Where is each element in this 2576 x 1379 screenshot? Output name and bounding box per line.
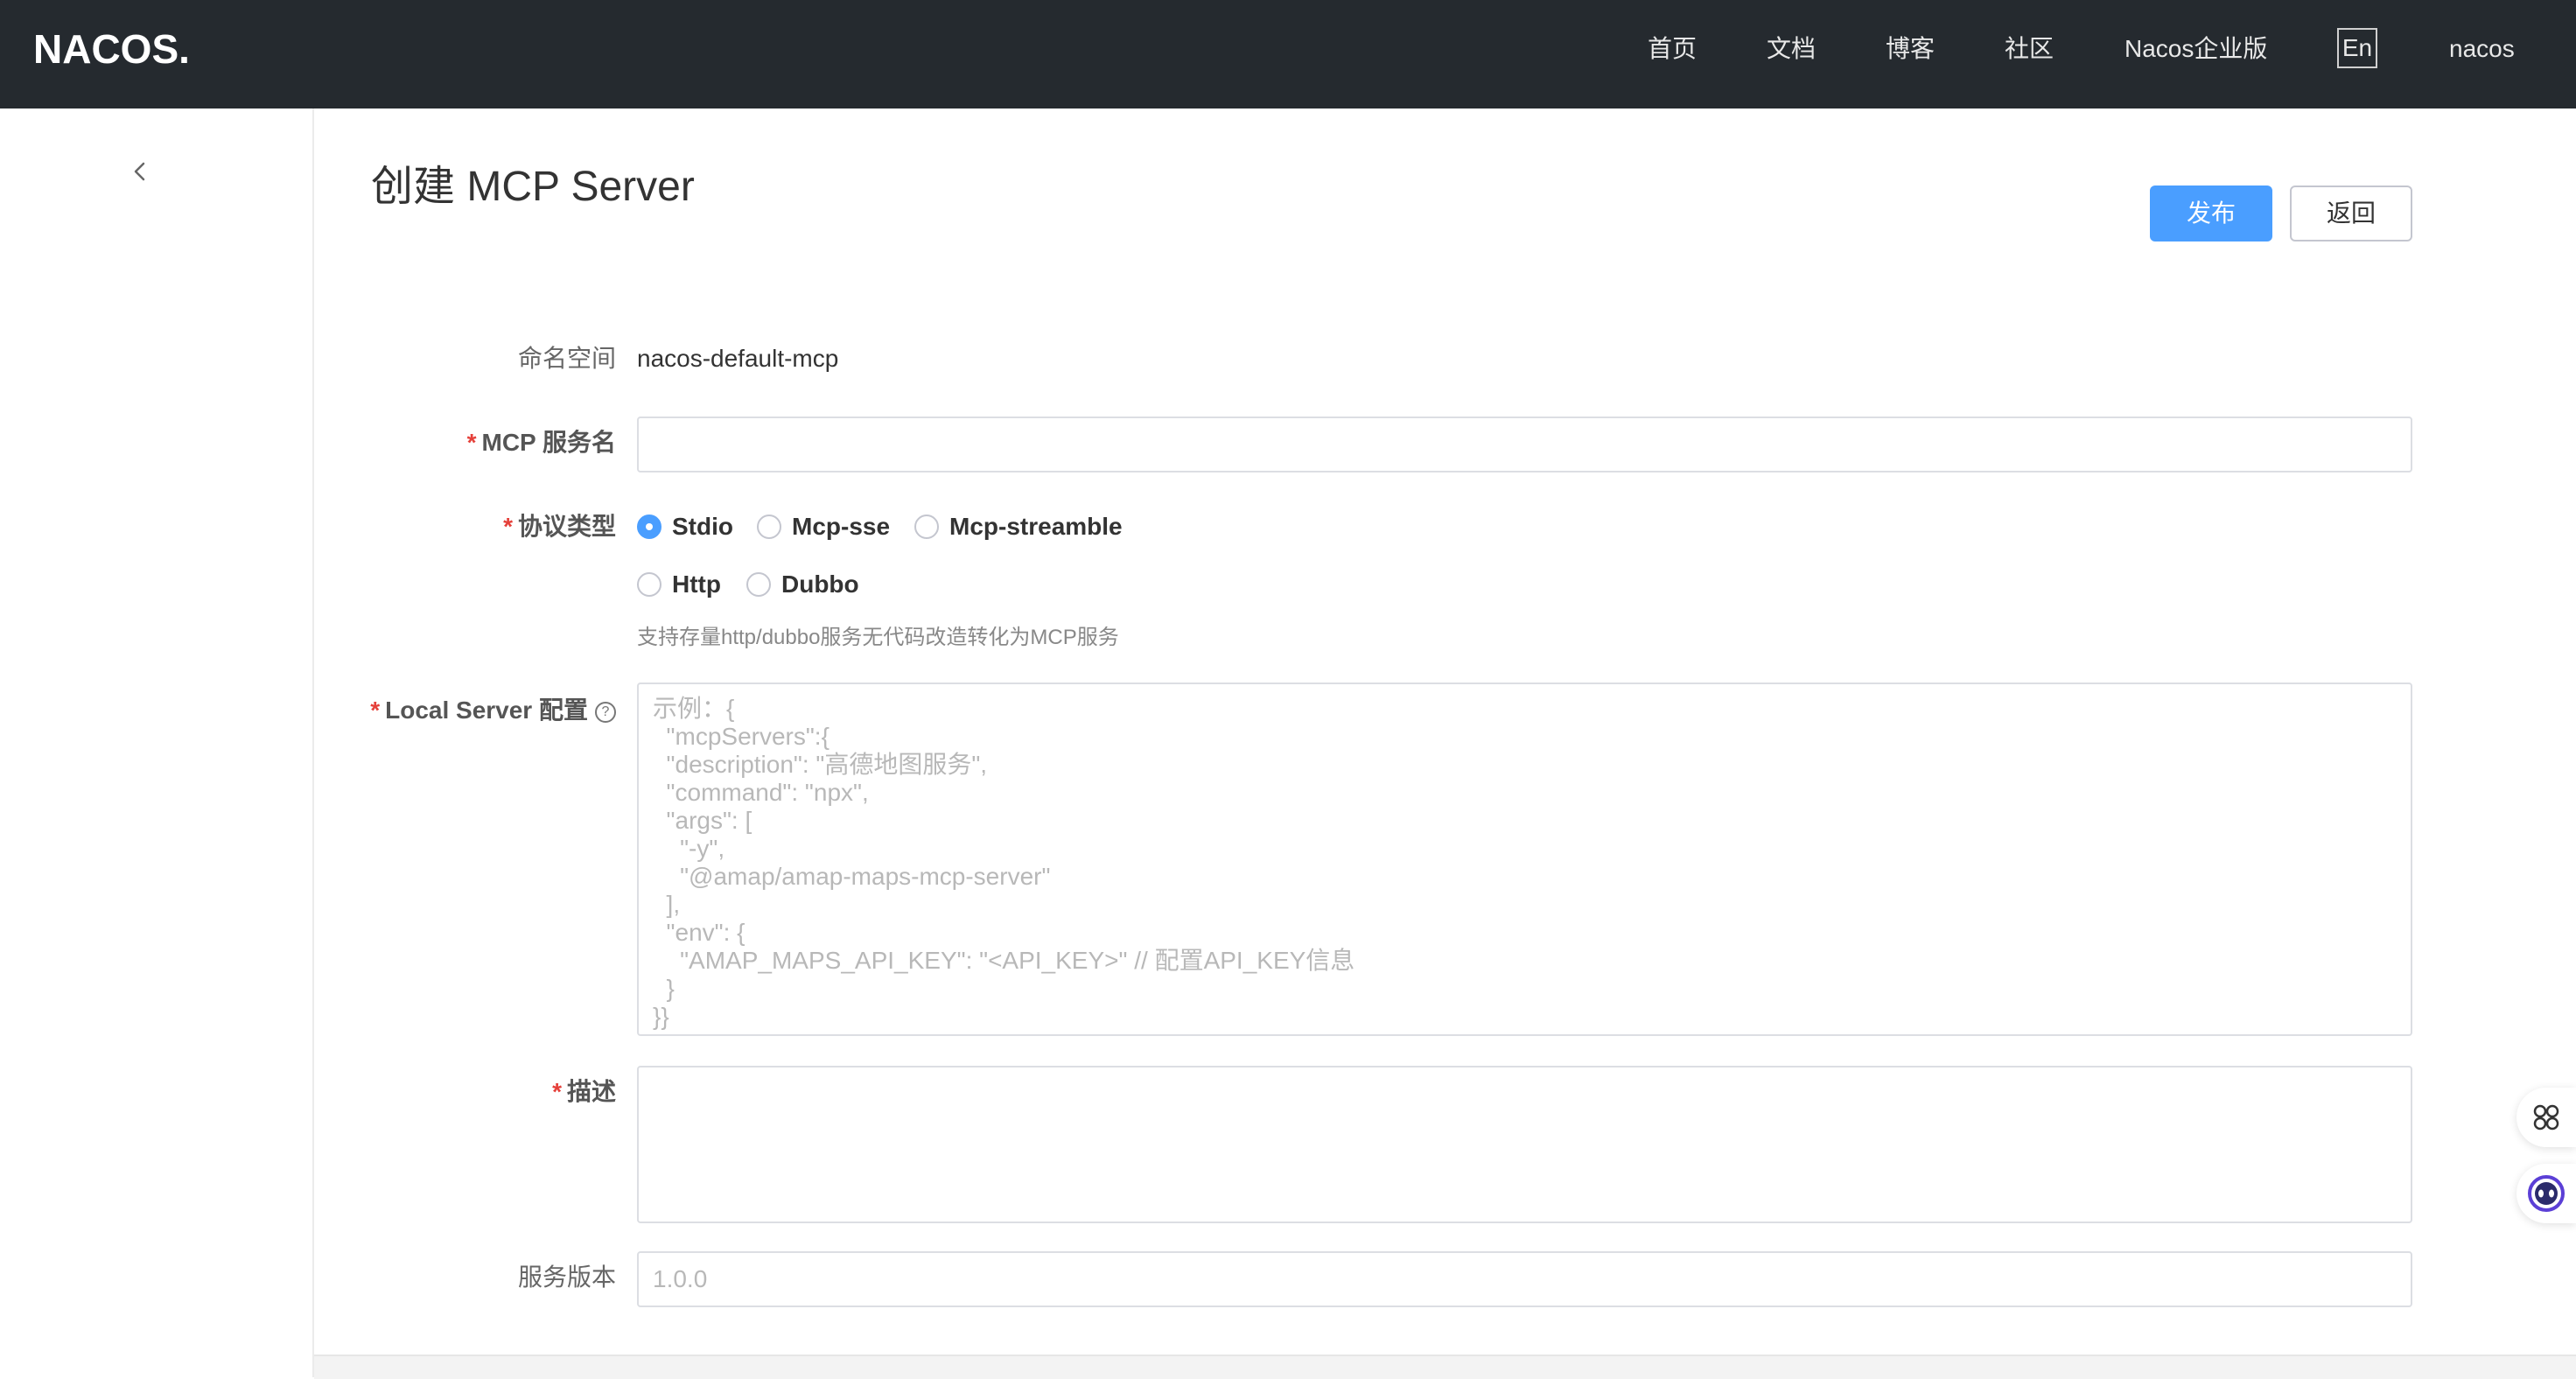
service-name-label: * MCP 服务名 xyxy=(467,425,616,460)
required-mark: * xyxy=(552,1078,562,1105)
local-server-label: * Local Server 配置? xyxy=(370,693,616,728)
radio-unchecked-icon[interactable] xyxy=(746,572,771,597)
protocol-option-mcp-sse[interactable]: Mcp-sse xyxy=(757,509,890,544)
assistant-bot-icon xyxy=(2528,1175,2565,1212)
nav-home[interactable]: 首页 xyxy=(1648,32,1697,66)
namespace-label-text: 命名空间 xyxy=(517,345,616,372)
logo-text: NACOS. xyxy=(33,26,190,72)
floating-apps-button[interactable] xyxy=(2516,1088,2576,1147)
radio-checked-icon[interactable] xyxy=(637,514,662,539)
protocol-help-text: 支持存量http/dubbo服务无代码改造转化为MCP服务 xyxy=(637,626,1119,649)
protocol-label-text: 协议类型 xyxy=(517,513,616,540)
service-name-input[interactable] xyxy=(637,416,2412,472)
nav-docs[interactable]: 文档 xyxy=(1767,32,1816,66)
required-mark: * xyxy=(466,429,477,456)
bottom-divider xyxy=(314,1354,2576,1379)
namespace-label: 命名空间 xyxy=(518,341,616,376)
protocol-option-stdio[interactable]: Stdio xyxy=(637,509,733,544)
radio-unchecked-icon[interactable] xyxy=(637,572,662,597)
nav-blog[interactable]: 博客 xyxy=(1886,32,1935,66)
description-label-text: 描述 xyxy=(566,1078,616,1105)
radio-label: Stdio xyxy=(672,513,733,540)
description-textarea[interactable] xyxy=(637,1066,2412,1223)
version-label-text: 服务版本 xyxy=(517,1264,616,1291)
service-name-label-text: MCP 服务名 xyxy=(481,429,617,456)
version-label: 服务版本 xyxy=(518,1260,616,1295)
page-title: 创建 MCP Server xyxy=(371,164,695,210)
language-toggle[interactable]: En xyxy=(2337,28,2377,68)
publish-button[interactable]: 发布 xyxy=(2150,186,2272,242)
radio-unchecked-icon[interactable] xyxy=(914,514,939,539)
radio-label: Http xyxy=(672,570,721,598)
protocol-option-dubbo[interactable]: Dubbo xyxy=(746,567,859,602)
protocol-label: * 协议类型 xyxy=(503,509,616,544)
user-menu[interactable]: nacos xyxy=(2449,32,2515,66)
local-server-config-textarea[interactable] xyxy=(637,682,2412,1036)
radio-label: Mcp-sse xyxy=(792,513,891,540)
protocol-option-http[interactable]: Http xyxy=(637,567,721,602)
sidebar xyxy=(0,108,314,1377)
radio-label: Mcp-streamble xyxy=(949,513,1123,540)
nacos-logo-mark: NACOS. xyxy=(33,26,190,72)
namespace-value: nacos-default-mcp xyxy=(637,345,839,372)
top-navigation-bar: NACOS. 首页 文档 博客 社区 Nacos企业版 En nacos xyxy=(0,0,2576,108)
required-mark: * xyxy=(370,696,381,724)
version-input[interactable] xyxy=(637,1251,2412,1307)
chevron-left-icon[interactable] xyxy=(128,159,152,184)
apps-grid-icon xyxy=(2533,1104,2559,1130)
description-label: * 描述 xyxy=(552,1074,616,1110)
required-mark: * xyxy=(503,513,513,540)
nav-community[interactable]: 社区 xyxy=(2005,32,2054,66)
protocol-option-mcp-streamble[interactable]: Mcp-streamble xyxy=(914,509,1123,544)
radio-unchecked-icon[interactable] xyxy=(757,514,781,539)
back-button[interactable]: 返回 xyxy=(2290,186,2412,242)
nacos-logo[interactable]: NACOS. xyxy=(33,23,205,72)
radio-label: Dubbo xyxy=(781,570,859,598)
floating-assistant-button[interactable] xyxy=(2516,1164,2576,1223)
nav-enterprise[interactable]: Nacos企业版 xyxy=(2124,32,2267,66)
local-server-label-text: Local Server 配置 xyxy=(385,696,588,724)
help-circle-icon[interactable]: ? xyxy=(595,701,616,723)
